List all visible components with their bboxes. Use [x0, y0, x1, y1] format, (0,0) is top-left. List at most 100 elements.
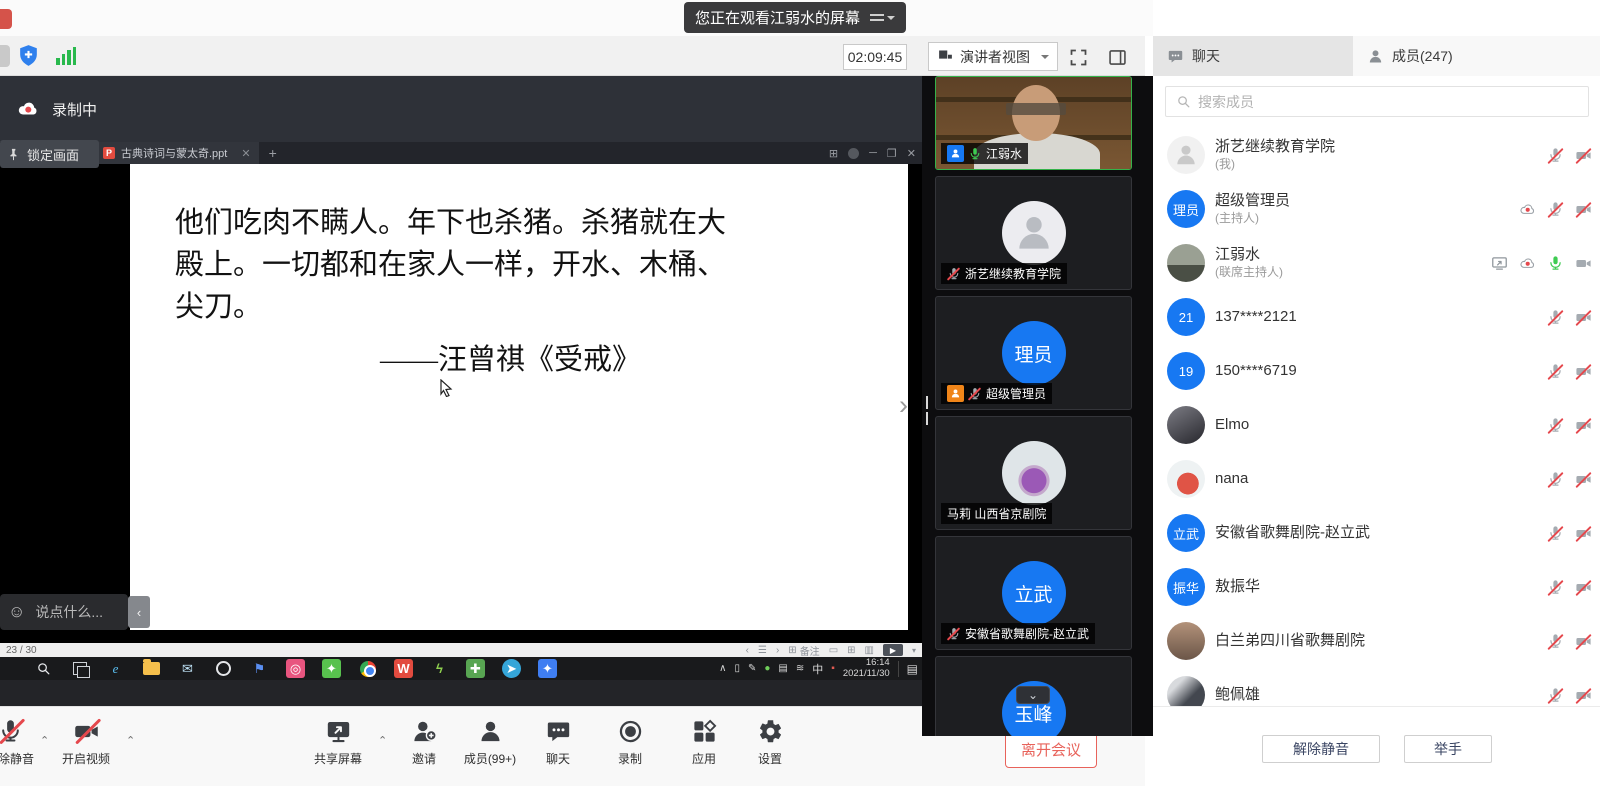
- ppt-account-icon[interactable]: [848, 148, 859, 159]
- qq-taskbar-icon[interactable]: [214, 659, 233, 678]
- tray-icon[interactable]: ≋: [796, 663, 804, 674]
- tab-members[interactable]: 成员(247): [1353, 36, 1600, 76]
- search-input[interactable]: [1198, 94, 1578, 110]
- tray-icon[interactable]: ∧: [719, 663, 726, 674]
- tray-icon[interactable]: ▤: [778, 663, 787, 674]
- unmute-button[interactable]: 解除静音: [0, 716, 42, 767]
- video-tile[interactable]: 江弱水: [935, 76, 1132, 170]
- member-row[interactable]: 江弱水(联席主持人): [1153, 236, 1600, 290]
- cloud-rec-icon[interactable]: [1519, 255, 1536, 272]
- fullscreen-button[interactable]: [1065, 44, 1091, 70]
- task-view-taskbar-icon[interactable]: [70, 659, 89, 678]
- strip-collapse-button[interactable]: ⌄: [1016, 686, 1050, 704]
- member-row[interactable]: 21137****2121: [1153, 290, 1600, 344]
- cam-muted-icon[interactable]: [1575, 633, 1592, 650]
- ppt-restore-icon[interactable]: ❐: [887, 147, 897, 160]
- share-screen-button[interactable]: 共享屏幕: [302, 716, 374, 767]
- start-video-button[interactable]: 开启视频: [50, 716, 122, 767]
- tray-icon[interactable]: 中: [812, 661, 823, 677]
- member-row[interactable]: 19150****6719: [1153, 344, 1600, 398]
- cam-muted-icon[interactable]: [1575, 309, 1592, 326]
- wps-taskbar-icon[interactable]: W: [394, 659, 413, 678]
- security-shield-icon[interactable]: [16, 43, 41, 68]
- members-button[interactable]: 成员(99+): [452, 716, 528, 767]
- cam-on-icon[interactable]: [1575, 255, 1592, 272]
- cam-muted-icon[interactable]: [1575, 525, 1592, 542]
- mic-muted-icon[interactable]: [1547, 147, 1564, 164]
- cam-muted-icon[interactable]: [1575, 687, 1592, 704]
- apps-button[interactable]: 应用: [676, 716, 732, 767]
- cam-muted-icon[interactable]: [1575, 147, 1592, 164]
- layout-panel-button[interactable]: [1104, 44, 1130, 70]
- telegram-taskbar-icon[interactable]: ➤: [502, 659, 521, 678]
- search-taskbar-icon[interactable]: [34, 659, 53, 678]
- ppt-layout-icon[interactable]: ⊞: [829, 147, 838, 160]
- panel-unmute-button[interactable]: 解除静音: [1262, 735, 1380, 763]
- cam-muted-icon[interactable]: [1575, 201, 1592, 218]
- cam-muted-icon[interactable]: [1575, 363, 1592, 380]
- video-tile[interactable]: 浙艺继续教育学院: [935, 176, 1132, 290]
- blue-app-taskbar-icon[interactable]: ✦: [538, 659, 557, 678]
- strip-scrollbar[interactable]: [926, 396, 928, 409]
- slide-list-icon[interactable]: ☰: [758, 645, 767, 656]
- banner-menu-icon[interactable]: [870, 12, 895, 24]
- strip-scrollbar[interactable]: [926, 412, 928, 425]
- member-search-box[interactable]: [1165, 86, 1589, 117]
- slideshow-play-button[interactable]: ▶: [883, 644, 903, 656]
- mic-muted-icon[interactable]: [1547, 633, 1564, 650]
- cam-muted-icon[interactable]: [1575, 579, 1592, 596]
- member-row[interactable]: Elmo: [1153, 398, 1600, 452]
- mic-on-icon[interactable]: [968, 147, 982, 161]
- tab-chat[interactable]: 聊天: [1153, 36, 1353, 76]
- tray-icon[interactable]: ▪: [831, 663, 835, 674]
- member-row[interactable]: 立武安徽省歌舞剧院-赵立武: [1153, 506, 1600, 560]
- emoji-icon[interactable]: ☺: [8, 602, 25, 622]
- wechat-taskbar-icon[interactable]: ✦: [322, 659, 341, 678]
- ppt-document-tab[interactable]: P 古典诗词与蒙太奇.ppt ✕: [95, 142, 259, 164]
- taskbar-clock[interactable]: 16:14 2021/11/30: [843, 658, 890, 680]
- normal-view-icon[interactable]: ▭: [829, 645, 838, 656]
- mic-options-chevron[interactable]: ⌃: [40, 734, 49, 747]
- strip-expand-arrow[interactable]: ›: [899, 390, 908, 421]
- chrome-taskbar-icon[interactable]: [358, 659, 377, 678]
- network-signal-icon[interactable]: [56, 47, 76, 65]
- file-explorer-taskbar-icon[interactable]: [142, 659, 161, 678]
- mic-muted-icon[interactable]: [1547, 309, 1564, 326]
- mic-muted-icon[interactable]: [1547, 525, 1564, 542]
- cam-muted-icon[interactable]: [1575, 471, 1592, 488]
- invite-button[interactable]: 邀请: [398, 716, 450, 767]
- chat-pill-collapse-button[interactable]: ‹: [128, 596, 150, 628]
- share-options-chevron[interactable]: ⌃: [378, 734, 387, 747]
- flag-app-taskbar-icon[interactable]: ⚑: [250, 659, 269, 678]
- watching-screen-banner[interactable]: 您正在观看江弱水的屏幕: [684, 2, 906, 33]
- member-row[interactable]: 白兰弟四川省歌舞剧院: [1153, 614, 1600, 668]
- ppt-close-icon[interactable]: ✕: [907, 147, 916, 160]
- read-view-icon[interactable]: ▥: [865, 645, 874, 656]
- member-row[interactable]: 振华敖振华: [1153, 560, 1600, 614]
- mic-muted-icon[interactable]: [1547, 363, 1564, 380]
- mic-muted-icon[interactable]: [947, 627, 961, 641]
- tray-icon[interactable]: ✎: [748, 663, 756, 674]
- mic-muted-icon[interactable]: [1547, 579, 1564, 596]
- chat-button[interactable]: 聊天: [530, 716, 586, 767]
- pink-app-taskbar-icon[interactable]: ◎: [286, 659, 305, 678]
- mail-taskbar-icon[interactable]: ✉: [178, 659, 197, 678]
- cloud-rec-icon[interactable]: [1519, 201, 1536, 218]
- next-slide-icon[interactable]: ›: [776, 645, 779, 656]
- video-tile[interactable]: 马莉 山西省京剧院: [935, 416, 1132, 530]
- grid-view-icon[interactable]: ⊞: [847, 645, 855, 656]
- mic-muted-icon[interactable]: [1547, 471, 1564, 488]
- security-shield-taskbar-icon[interactable]: ✚: [466, 659, 485, 678]
- screen-share-icon[interactable]: [1491, 255, 1508, 272]
- notes-toggle[interactable]: ⊞备注: [788, 643, 819, 658]
- play-options-caret[interactable]: ▾: [912, 646, 916, 655]
- tab-close-icon[interactable]: ✕: [241, 147, 250, 160]
- ppt-minimize-icon[interactable]: ─: [869, 147, 877, 159]
- lock-view-button[interactable]: 锁定画面: [0, 140, 99, 168]
- member-row[interactable]: 理员超级管理员(主持人): [1153, 182, 1600, 236]
- tray-icon[interactable]: ▯: [734, 663, 740, 674]
- mic-muted-icon[interactable]: [968, 387, 982, 401]
- raise-hand-button[interactable]: 举手: [1404, 735, 1492, 763]
- mic-muted-icon[interactable]: [1547, 201, 1564, 218]
- new-tab-button[interactable]: +: [269, 145, 277, 161]
